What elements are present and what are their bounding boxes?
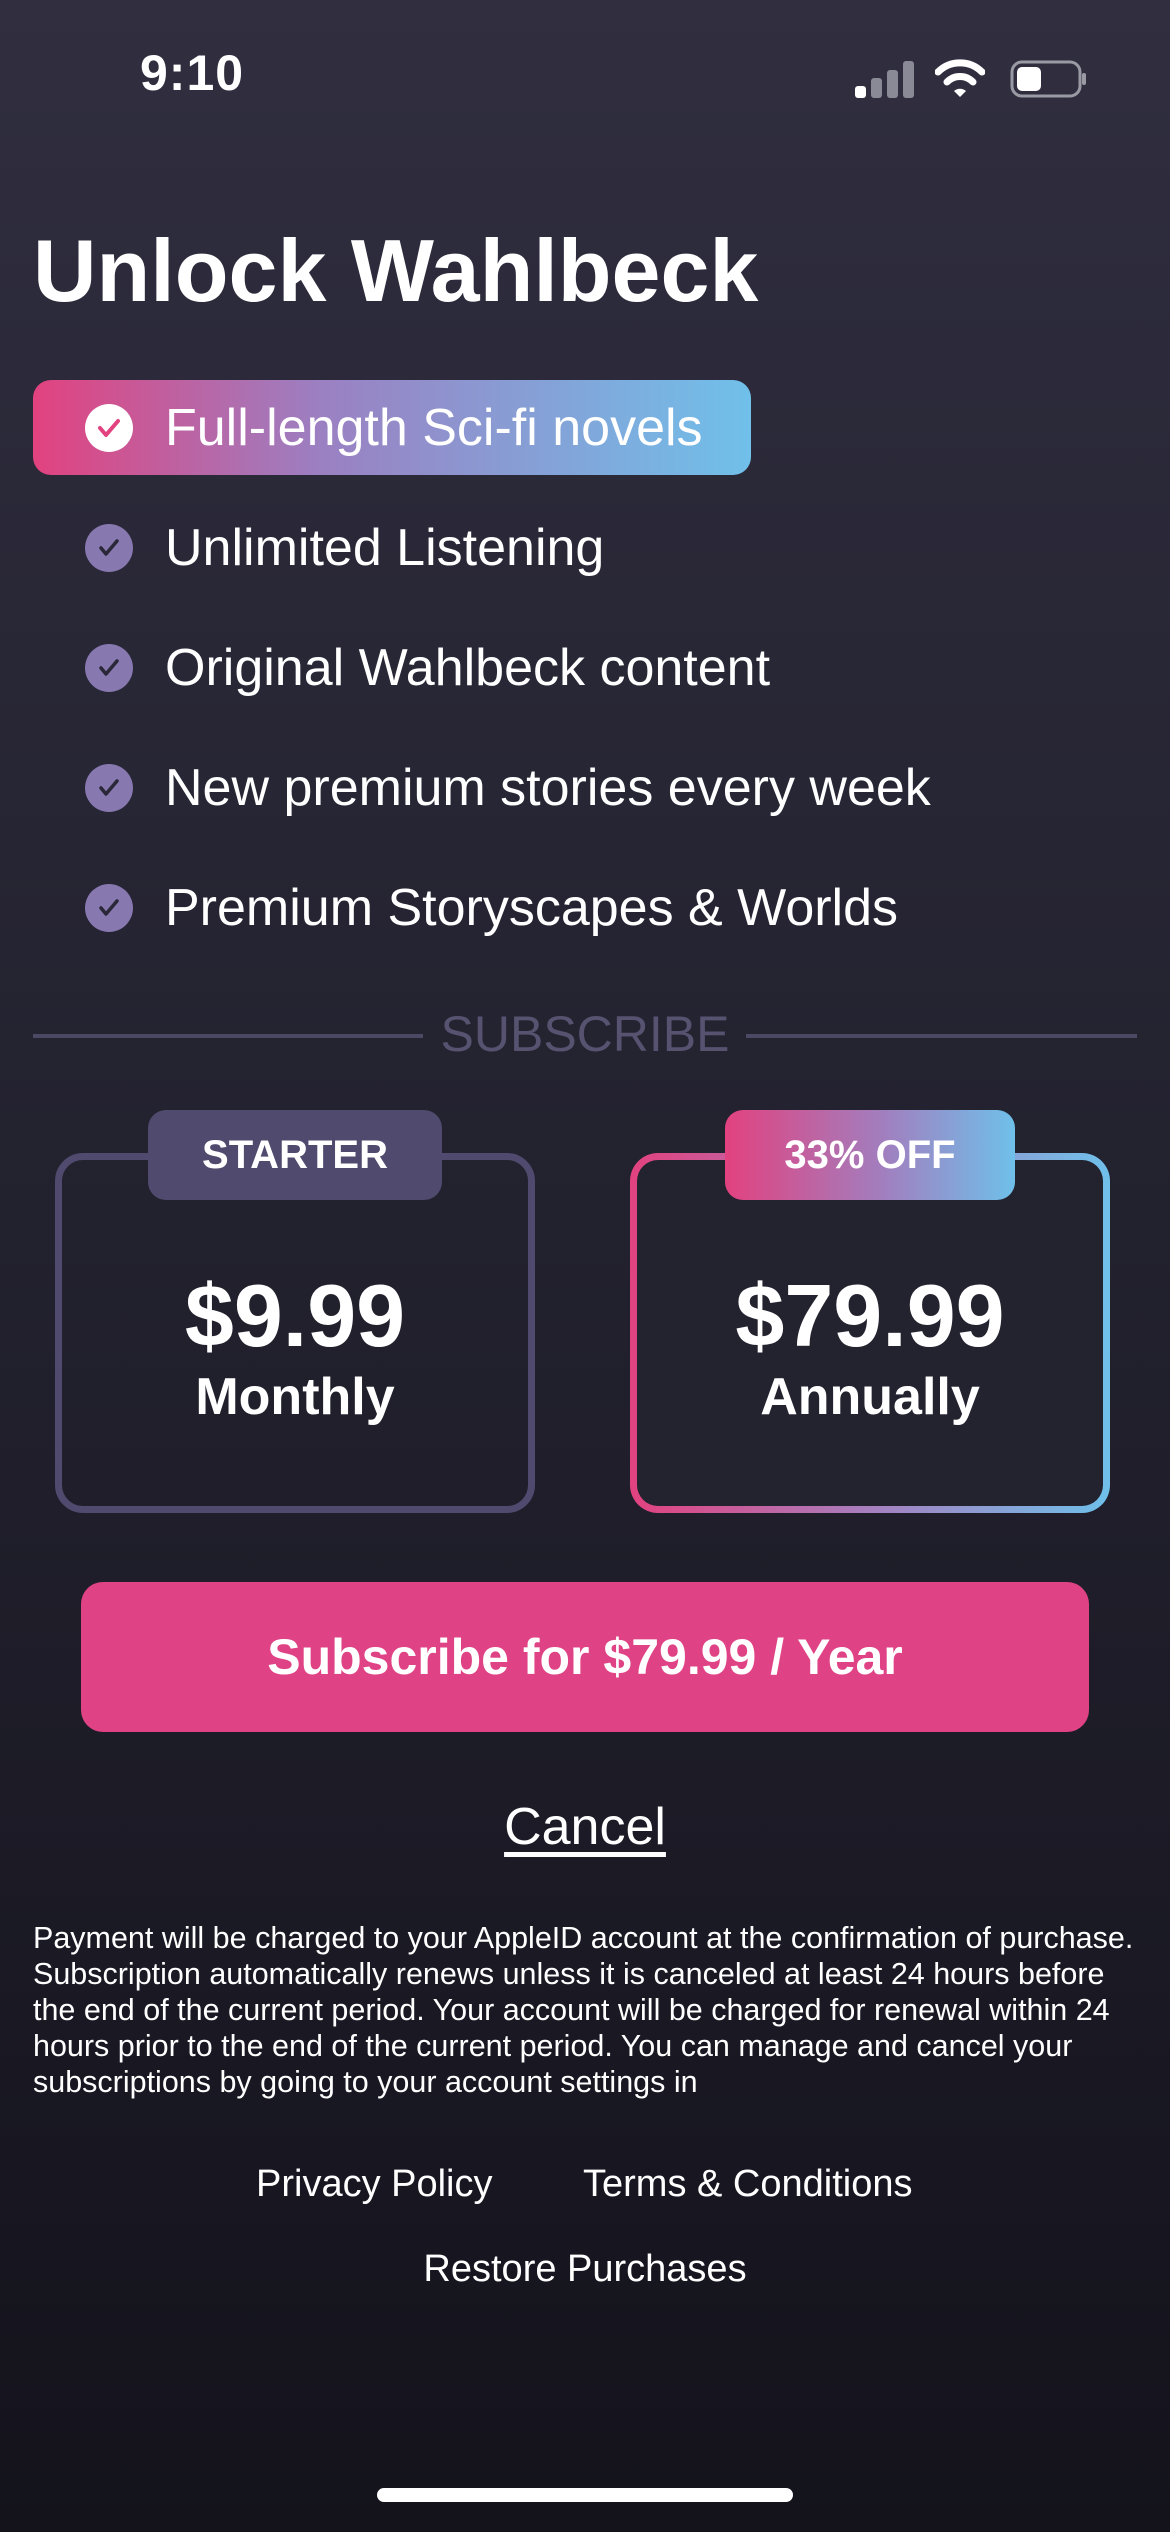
restore-purchases-link[interactable]: Restore Purchases [0,2248,1170,2291]
home-indicator[interactable] [377,2488,793,2502]
status-time: 9:10 [140,45,245,101]
divider-line-right [746,1034,1137,1038]
plan-card-starter[interactable]: STARTER $9.99 Monthly [55,1110,535,1513]
plan-price: $79.99 [735,1266,1005,1365]
privacy-policy-link[interactable]: Privacy Policy [256,2163,493,2206]
battery-icon [1010,60,1086,98]
checkmark-icon [85,523,133,572]
subscribe-button[interactable]: Subscribe for $79.99 / Year [81,1582,1089,1732]
cancel-link[interactable]: Cancel [504,1798,666,1856]
feature-label: Original Wahlbeck content [165,638,771,697]
plan-badge: STARTER [148,1110,442,1200]
checkmark-icon [85,643,133,692]
page-title: Unlock Wahlbeck [33,221,759,320]
plan-period: Monthly [195,1368,395,1426]
checkmark-icon [85,763,133,812]
checkmark-icon [85,883,133,932]
plan-price: $9.99 [184,1266,406,1365]
plan-card-annual[interactable]: 33% OFF $79.99 Annually [630,1110,1110,1513]
feature-label: Premium Storyscapes & Worlds [165,878,899,937]
discount-badge: 33% OFF [725,1110,1015,1200]
cancel-row: Cancel [0,1797,1170,1857]
feature-label: New premium stories every week [165,758,931,817]
legal-text: Payment will be charged to your AppleID … [33,1921,1134,2099]
feature-item: Unlimited Listening [33,500,604,595]
cellular-signal-icon [855,58,915,98]
wifi-icon [935,59,985,97]
feature-item-highlighted: Full-length Sci-fi novels [33,380,751,475]
feature-item: Premium Storyscapes & Worlds [33,860,898,955]
feature-label: Full-length Sci-fi novels [165,398,703,457]
feature-item: New premium stories every week [33,740,931,835]
plan-period: Annually [760,1368,980,1426]
checkmark-icon [85,403,133,452]
feature-label: Unlimited Listening [165,518,605,577]
feature-item: Original Wahlbeck content [33,620,770,715]
terms-conditions-link[interactable]: Terms & Conditions [583,2163,912,2206]
